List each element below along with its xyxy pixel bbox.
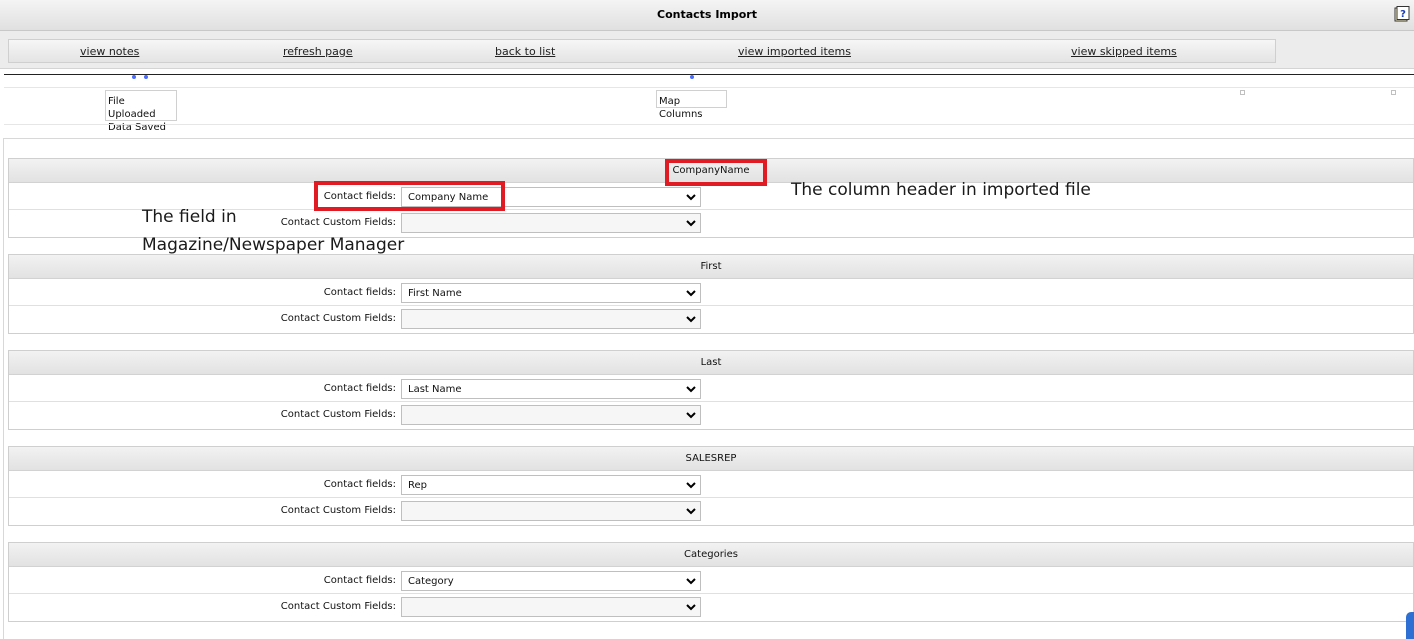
progress-marker-icon	[144, 75, 148, 79]
mapping-section-categories: Categories Contact fields: Category Cont…	[8, 542, 1414, 622]
selected-value: Rep	[408, 480, 427, 491]
custom-field-select[interactable]	[401, 597, 701, 617]
custom-field-select[interactable]	[401, 213, 701, 233]
column-header: CompanyName	[672, 165, 750, 176]
view-notes-link[interactable]: view notes	[80, 45, 139, 58]
nav-strip: view notes refresh page back to list vie…	[0, 31, 1414, 69]
divider	[9, 497, 1413, 498]
custom-fields-label: Contact Custom Fields:	[280, 217, 396, 228]
custom-fields-label: Contact Custom Fields:	[280, 409, 396, 420]
stage-label: Map Columns	[659, 96, 703, 120]
chevron-down-icon	[686, 412, 696, 419]
stage-map-columns: Map Columns	[656, 90, 727, 120]
column-header-row: Last	[9, 351, 1413, 375]
back-to-list-link[interactable]: back to list	[495, 45, 555, 58]
chevron-down-icon	[686, 316, 696, 323]
custom-field-select[interactable]	[401, 405, 701, 425]
column-header-row: CompanyName	[9, 159, 1413, 183]
progress-marker-icon	[690, 75, 694, 79]
contact-field-select[interactable]: Company Name	[401, 187, 701, 207]
stage-label: File Uploaded	[108, 96, 156, 120]
contact-field-select[interactable]: Category	[401, 571, 701, 591]
chevron-down-icon	[686, 604, 696, 611]
contact-fields-label: Contact fields:	[323, 479, 396, 490]
chevron-down-icon	[686, 386, 696, 393]
scrollbar-thumb[interactable]	[1406, 612, 1414, 639]
field-annotation-line1: The field in	[142, 207, 237, 227]
chevron-down-icon	[686, 578, 696, 585]
progress-marker-icon	[132, 75, 136, 79]
custom-fields-label: Contact Custom Fields:	[280, 313, 396, 324]
selected-value: Last Name	[408, 384, 462, 395]
contact-fields-label: Contact fields:	[323, 383, 396, 394]
stage-file-uploaded: File Uploaded Data Saved	[105, 90, 177, 133]
contact-field-select[interactable]: Rep	[401, 475, 701, 495]
chevron-down-icon	[686, 290, 696, 297]
contact-field-select[interactable]: First Name	[401, 283, 701, 303]
help-question-icon[interactable]: ?	[1394, 6, 1410, 23]
field-annotation-line2: Magazine/Newspaper Manager	[142, 235, 405, 255]
view-skipped-items-link[interactable]: view skipped items	[1071, 45, 1177, 58]
contact-fields-label: Contact fields:	[323, 287, 396, 298]
chevron-down-icon	[686, 508, 696, 515]
svg-text:?: ?	[1400, 9, 1406, 20]
progress-track	[4, 74, 1414, 75]
column-header: Categories	[684, 549, 738, 560]
stage-marker-icon	[1391, 90, 1396, 95]
custom-fields-label: Contact Custom Fields:	[280, 505, 396, 516]
refresh-page-link[interactable]: refresh page	[283, 45, 353, 58]
stage-label: Data Saved	[108, 122, 166, 133]
contact-fields-label: Contact fields:	[323, 575, 396, 586]
window-title: Contacts Import	[657, 8, 757, 21]
selected-value: Category	[408, 576, 454, 587]
column-header-annotation: The column header in imported file	[791, 180, 1091, 200]
custom-field-select[interactable]	[401, 501, 701, 521]
column-header-row: SALESREP	[9, 447, 1413, 471]
chevron-down-icon	[686, 220, 696, 227]
divider	[9, 305, 1413, 306]
column-header-row: Categories	[9, 543, 1413, 567]
title-bar: Contacts Import ?	[0, 0, 1414, 31]
contact-field-select[interactable]: Last Name	[401, 379, 701, 399]
column-header: First	[700, 261, 722, 272]
custom-fields-label: Contact Custom Fields:	[280, 601, 396, 612]
view-imported-items-link[interactable]: view imported items	[738, 45, 851, 58]
nav-bar: view notes refresh page back to list vie…	[8, 39, 1276, 63]
divider	[9, 401, 1413, 402]
column-header: SALESREP	[685, 453, 737, 464]
mapping-section-salesrep: SALESREP Contact fields: Rep Contact Cus…	[8, 446, 1414, 526]
divider	[4, 124, 1414, 125]
divider	[4, 87, 1414, 88]
divider	[9, 593, 1413, 594]
stage-marker-icon	[1240, 90, 1245, 95]
chevron-down-icon	[686, 482, 696, 489]
mapping-section-last: Last Contact fields: Last Name Contact C…	[8, 350, 1414, 430]
mapping-section-first: First Contact fields: First Name Contact…	[8, 254, 1414, 334]
selected-value: First Name	[408, 288, 462, 299]
column-header: Last	[700, 357, 722, 368]
custom-field-select[interactable]	[401, 309, 701, 329]
chevron-down-icon	[686, 194, 696, 201]
contact-fields-label: Contact fields:	[323, 191, 396, 202]
selected-value: Company Name	[408, 192, 489, 203]
